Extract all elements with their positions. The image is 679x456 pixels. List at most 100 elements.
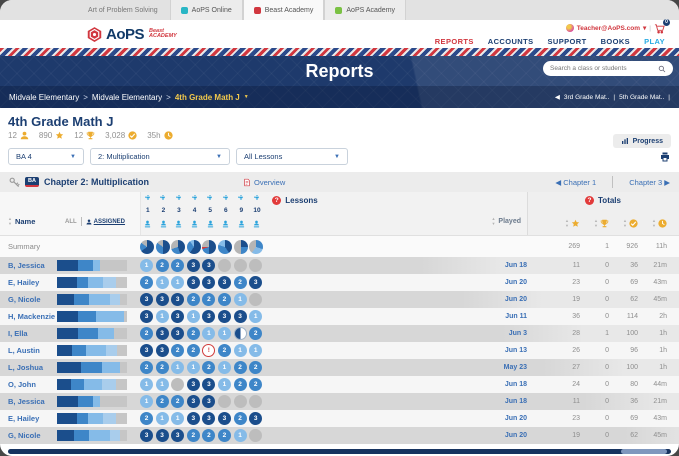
lesson-score-circle[interactable]: 3 bbox=[217, 276, 231, 289]
lesson-score-circle[interactable]: 3 bbox=[155, 327, 169, 340]
lesson-score-circle[interactable]: 2 bbox=[171, 344, 185, 357]
help-icon[interactable]: ? bbox=[585, 196, 595, 205]
lesson-score-circle[interactable]: 1 bbox=[217, 378, 231, 391]
lesson-score-circle[interactable]: 3 bbox=[202, 395, 216, 408]
aops-beast-academy-logo[interactable]: AoPS Beast ACADEMY bbox=[86, 26, 177, 43]
assign-lesson-icon[interactable] bbox=[143, 215, 152, 233]
lesson-score-circle[interactable]: 1 bbox=[140, 395, 153, 408]
overview-link[interactable]: Overview bbox=[243, 178, 285, 187]
breadcrumb-current-class[interactable]: 4th Grade Math J bbox=[175, 93, 240, 102]
lesson-score-circle[interactable]: 3 bbox=[171, 327, 185, 340]
sort-by-time[interactable]: ▲ ▼ bbox=[638, 218, 667, 228]
lesson-score-circle[interactable]: 3 bbox=[171, 310, 185, 323]
lesson-score-circle[interactable]: 3 bbox=[202, 259, 216, 272]
lessons-select[interactable]: All Lessons ▼ bbox=[236, 148, 348, 165]
lesson-score-circle[interactable]: 2 bbox=[155, 395, 169, 408]
lesson-score-circle[interactable]: 1 bbox=[233, 293, 247, 306]
lesson-link-icon[interactable] bbox=[191, 188, 199, 206]
lesson-score-circle[interactable]: 3 bbox=[186, 378, 200, 391]
student-name-link[interactable]: E, Hailey bbox=[0, 414, 57, 423]
lesson-score-circle[interactable] bbox=[217, 395, 231, 408]
lesson-score-circle[interactable] bbox=[233, 395, 247, 408]
lesson-score-circle[interactable] bbox=[249, 429, 263, 442]
lesson-score-circle[interactable]: 3 bbox=[217, 412, 231, 425]
lesson-score-circle[interactable]: 1 bbox=[186, 310, 200, 323]
cart-button[interactable]: 0 bbox=[654, 18, 670, 34]
assign-lesson-icon[interactable] bbox=[206, 215, 215, 233]
lesson-score-circle[interactable]: 3 bbox=[202, 378, 216, 391]
chevron-down-icon[interactable]: ▼ bbox=[244, 94, 249, 100]
assign-lesson-icon[interactable] bbox=[159, 215, 168, 233]
lesson-score-circle[interactable]: 2 bbox=[186, 327, 200, 340]
lesson-score-circle[interactable]: 2 bbox=[171, 259, 185, 272]
lesson-score-circle[interactable]: 2 bbox=[217, 293, 231, 306]
sort-by-trophies[interactable]: ▲ ▼ bbox=[580, 218, 609, 228]
student-name-link[interactable]: E, Hailey bbox=[0, 278, 57, 287]
lesson-score-circle[interactable]: 2 bbox=[140, 276, 153, 289]
horizontal-scrollbar[interactable] bbox=[8, 449, 671, 454]
lesson-link-icon[interactable] bbox=[206, 188, 214, 206]
lesson-score-circle[interactable]: 2 bbox=[140, 361, 153, 374]
lesson-score-circle[interactable] bbox=[233, 259, 247, 272]
lesson-score-circle[interactable]: 3 bbox=[249, 276, 263, 289]
student-name-link[interactable]: G, Nicole bbox=[0, 295, 57, 304]
lesson-score-circle[interactable]: 3 bbox=[202, 310, 216, 323]
lesson-score-circle[interactable]: 2 bbox=[233, 276, 247, 289]
scrollbar-thumb[interactable] bbox=[621, 449, 667, 454]
lesson-score-circle[interactable]: ! bbox=[202, 344, 216, 357]
lesson-score-circle[interactable]: 3 bbox=[233, 310, 247, 323]
lesson-score-circle[interactable]: 2 bbox=[155, 361, 169, 374]
assign-lesson-icon[interactable] bbox=[252, 215, 261, 233]
assign-lesson-icon[interactable] bbox=[190, 215, 199, 233]
chapter-select[interactable]: 2: Multiplication ▼ bbox=[90, 148, 230, 165]
lesson-score-circle[interactable] bbox=[249, 259, 263, 272]
lesson-score-circle[interactable]: 2 bbox=[140, 412, 153, 425]
lesson-score-circle[interactable]: 2 bbox=[186, 344, 200, 357]
lesson-score-circle[interactable]: 2 bbox=[202, 293, 216, 306]
lesson-score-circle[interactable]: 1 bbox=[217, 361, 231, 374]
key-icon[interactable] bbox=[9, 177, 20, 188]
lesson-score-circle[interactable]: 2 bbox=[186, 293, 200, 306]
lesson-score-circle[interactable]: 2 bbox=[249, 327, 263, 340]
lesson-score-circle[interactable]: 3 bbox=[217, 310, 231, 323]
lesson-score-circle[interactable]: 3 bbox=[186, 259, 200, 272]
lesson-link-icon[interactable] bbox=[175, 188, 183, 206]
filter-assigned[interactable]: ASSIGNED bbox=[86, 219, 125, 225]
tab-aops-online[interactable]: AoPS Online bbox=[169, 0, 243, 20]
assign-lesson-icon[interactable] bbox=[237, 215, 246, 233]
lesson-score-circle[interactable]: 1 bbox=[140, 259, 153, 272]
prev-class-arrow-icon[interactable]: ◀ bbox=[555, 93, 560, 101]
lesson-score-circle[interactable]: 3 bbox=[202, 276, 216, 289]
lesson-link-icon[interactable] bbox=[222, 188, 230, 206]
lesson-score-circle[interactable]: 1 bbox=[155, 276, 169, 289]
lesson-link-icon[interactable] bbox=[253, 188, 261, 206]
student-name-link[interactable]: I, Ella bbox=[0, 329, 57, 338]
nav-books[interactable]: BOOKS bbox=[601, 37, 631, 46]
lesson-score-circle[interactable]: 3 bbox=[186, 276, 200, 289]
progress-button[interactable]: Progress bbox=[612, 134, 671, 148]
nav-accounts[interactable]: ACCOUNTS bbox=[488, 37, 534, 46]
search-input[interactable] bbox=[550, 65, 654, 72]
student-name-link[interactable]: O, John bbox=[0, 380, 57, 389]
level-select[interactable]: BA 4 ▼ bbox=[8, 148, 84, 165]
lesson-score-circle[interactable]: 2 bbox=[217, 429, 231, 442]
assign-lesson-icon[interactable] bbox=[174, 215, 183, 233]
lesson-score-circle[interactable]: 1 bbox=[233, 344, 247, 357]
class-link-3rd-grade[interactable]: 3rd Grade Mat.. bbox=[564, 94, 610, 101]
lesson-score-circle[interactable]: 3 bbox=[155, 344, 169, 357]
lesson-score-circle[interactable]: 2 bbox=[155, 259, 169, 272]
lesson-score-circle[interactable]: 2 bbox=[186, 429, 200, 442]
search-icon[interactable] bbox=[658, 65, 666, 73]
lesson-score-circle[interactable]: 1 bbox=[155, 378, 169, 391]
lesson-score-circle[interactable]: 3 bbox=[171, 429, 185, 442]
breadcrumb-school[interactable]: Midvale Elementary bbox=[9, 93, 79, 102]
nav-play[interactable]: PLAY bbox=[644, 37, 665, 46]
next-chapter-link[interactable]: Chapter 3 ▶ bbox=[629, 178, 670, 187]
lesson-score-circle[interactable]: 1 bbox=[155, 412, 169, 425]
lesson-score-circle[interactable]: 2 bbox=[140, 327, 153, 340]
print-button[interactable] bbox=[659, 151, 671, 163]
lesson-score-circle[interactable]: 1 bbox=[140, 378, 153, 391]
nav-support[interactable]: SUPPORT bbox=[548, 37, 587, 46]
lesson-score-circle[interactable]: 1 bbox=[171, 361, 185, 374]
breadcrumb-school-2[interactable]: Midvale Elementary bbox=[92, 93, 162, 102]
